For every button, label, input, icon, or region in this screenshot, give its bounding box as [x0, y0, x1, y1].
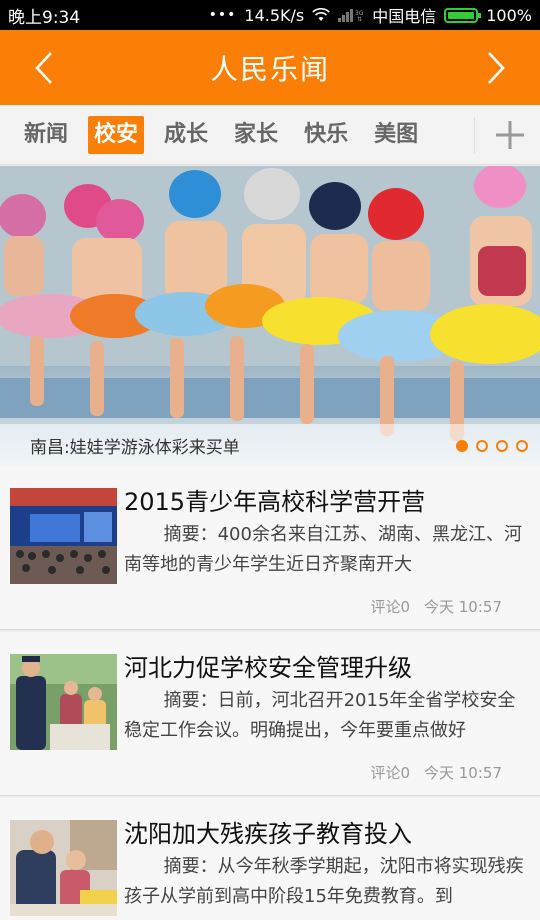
- article-list: 2015青少年高校科学营开营 摘要：400余名来自江苏、湖南、黑龙江、河南等地的…: [0, 466, 540, 920]
- article-summary: 摘要：日前，河北召开2015年全省学校安全稳定工作会议。明确提出，今年要重点做好: [124, 690, 516, 741]
- battery-icon: [444, 7, 482, 23]
- featured-banner[interactable]: 南昌:娃娃学游泳体彩来买单: [0, 166, 540, 466]
- tab-growth[interactable]: 成长: [158, 116, 214, 154]
- article-thumbnail: [10, 488, 117, 584]
- article-thumbnail: [10, 654, 117, 750]
- chevron-right-icon: [488, 51, 505, 84]
- article-meta: 评论0 今天 10:57: [370, 596, 502, 617]
- plus-icon: [496, 121, 524, 149]
- article-title: 2015青少年高校科学营开营: [124, 488, 426, 516]
- article-item[interactable]: 沈阳加大残疾孩子教育投入 摘要：从今年秋季学期起，沈阳市将实现残疾孩子从学前到高…: [0, 798, 540, 920]
- tab-pictures[interactable]: 美图: [368, 116, 424, 154]
- article-item[interactable]: 2015青少年高校科学营开营 摘要：400余名来自江苏、湖南、黑龙江、河南等地的…: [0, 466, 540, 630]
- article-summary: 摘要：400余名来自江苏、湖南、黑龙江、河南等地的青少年学生近日齐聚南开大: [124, 524, 522, 575]
- pager-dot-3[interactable]: [496, 440, 508, 452]
- category-tabs: 新闻 校安 成长 家长 快乐 美图: [0, 105, 540, 165]
- wifi-icon: [312, 8, 330, 21]
- publish-time: 今天 10:57: [424, 598, 502, 616]
- article-title: 河北力促学校安全管理升级: [124, 654, 412, 682]
- signal-icon: 3G ⇅: [338, 9, 364, 22]
- comment-count: 评论0: [370, 764, 410, 782]
- banner-image: [0, 166, 540, 466]
- notification-dots-icon: •••: [208, 7, 237, 23]
- tab-happy[interactable]: 快乐: [298, 116, 354, 154]
- tab-divider: [474, 117, 475, 153]
- publish-time: 今天 10:57: [424, 764, 502, 782]
- tab-news[interactable]: 新闻: [18, 116, 74, 154]
- article-item[interactable]: 河北力促学校安全管理升级 摘要：日前，河北召开2015年全省学校安全稳定工作会议…: [0, 632, 540, 796]
- status-right: ••• 14.5K/s 3G ⇅ 中国电信 100%: [209, 3, 532, 27]
- tab-parents[interactable]: 家长: [228, 116, 284, 154]
- chevron-left-icon: [35, 51, 52, 84]
- article-summary: 摘要：从今年秋季学期起，沈阳市将实现残疾孩子从学前到高中阶段15年免费教育。到: [124, 856, 524, 907]
- battery-level: 100%: [486, 5, 532, 25]
- comment-count: 评论0: [370, 598, 410, 616]
- article-thumbnail: [10, 820, 117, 916]
- pager-dot-1[interactable]: [456, 440, 468, 452]
- article-meta: 评论0 今天 10:57: [370, 762, 502, 783]
- back-button[interactable]: [14, 30, 74, 105]
- status-time: 晚上9:34: [8, 7, 81, 28]
- page-title: 人民乐闻: [209, 52, 330, 86]
- banner-pager: [456, 440, 528, 452]
- forward-button[interactable]: [466, 30, 526, 105]
- status-bar: 晚上9:34 ••• 14.5K/s 3G ⇅ 中国电信 100%: [0, 0, 540, 30]
- pager-dot-4[interactable]: [516, 440, 528, 452]
- svg-text:⇅: ⇅: [357, 16, 362, 22]
- tab-campus-safety[interactable]: 校安: [88, 115, 145, 154]
- pager-dot-2[interactable]: [476, 440, 488, 452]
- add-category-button[interactable]: [480, 105, 540, 165]
- app-header: 人民乐闻: [0, 30, 540, 105]
- article-title: 沈阳加大残疾孩子教育投入: [124, 820, 412, 848]
- carrier-name: 中国电信: [372, 7, 437, 26]
- network-speed: 14.5K/s: [244, 5, 305, 25]
